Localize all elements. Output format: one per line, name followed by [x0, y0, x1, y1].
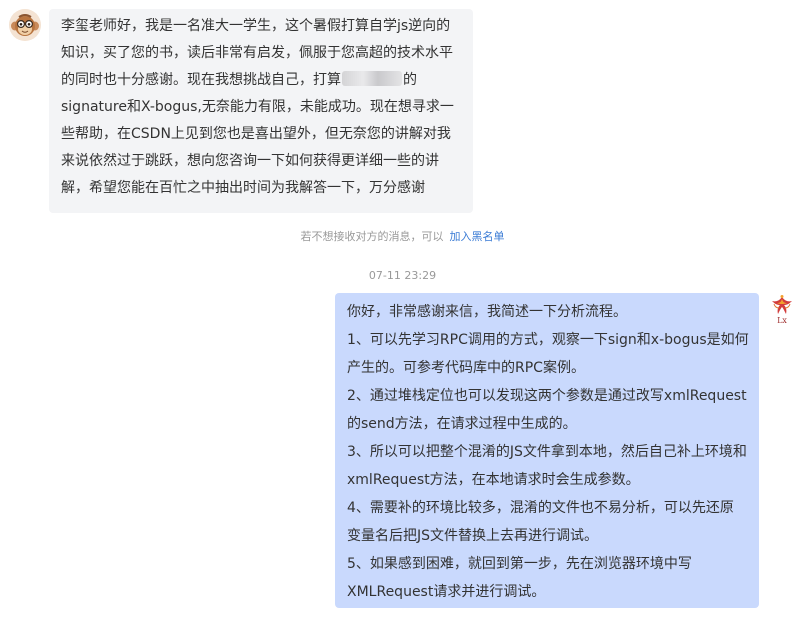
- received-line-with-redaction: 的同时也十分感谢。现在我想挑战自己，打算 的: [61, 67, 461, 94]
- received-line: 来说依然过于跳跃，想向您咨询一下如何获得更详细一些的讲: [61, 153, 439, 169]
- add-to-blacklist-link[interactable]: 加入黑名单: [450, 230, 505, 243]
- sent-message-bubble[interactable]: 你好，非常感谢来信，我简述一下分析流程。 1、可以先学习RPC调用的方式，观察一…: [335, 293, 759, 608]
- sent-line: 1、可以先学习RPC调用的方式，观察一下sign和x-bogus是如何: [347, 332, 749, 348]
- sent-line: 5、如果感到困难，就回到第一步，先在浏览器环境中写: [347, 556, 692, 572]
- received-line-tail: 的: [403, 72, 417, 88]
- received-line: 知识，买了您的书，读后非常有启发，佩服于您高超的技术水平: [61, 45, 453, 61]
- message-timestamp: 07-11 23:29: [368, 269, 437, 282]
- block-notice: 若不想接收对方的消息，可以 加入黑名单: [0, 229, 805, 245]
- sent-line: 4、需要补的环境比较多，混淆的文件也不易分析，可以先还原: [347, 500, 734, 516]
- sent-line: 产生的。可参考代码库中的RPC案例。: [347, 360, 585, 376]
- redacted-text-blur: [342, 71, 402, 86]
- received-line: 李玺老师好，我是一名准大一学生，这个暑假打算自学js逆向的: [61, 18, 451, 34]
- sent-line: 的send方法，在请求过程中生成的。: [347, 416, 577, 432]
- monkey-avatar-icon[interactable]: [9, 9, 41, 41]
- sent-line: xmlRequest方法，在本地请求时会生成参数。: [347, 472, 640, 488]
- sent-line: 你好，非常感谢来信，我简述一下分析流程。: [347, 304, 627, 320]
- phoenix-logo-icon[interactable]: Lx: [765, 293, 799, 327]
- chat-window: 李玺老师好，我是一名准大一学生，这个暑假打算自学js逆向的 知识，买了您的书，读…: [0, 0, 805, 627]
- block-notice-text: 若不想接收对方的消息，可以: [300, 230, 444, 243]
- received-message-bubble[interactable]: 李玺老师好，我是一名准大一学生，这个暑假打算自学js逆向的 知识，买了您的书，读…: [49, 9, 473, 213]
- received-line: 的同时也十分感谢。现在我想挑战自己，打算: [61, 72, 341, 88]
- received-line: 解，希望您能在百忙之中抽出时间为我解答一下，万分感谢: [61, 180, 425, 196]
- sent-line: 变量名后把JS文件替换上去再进行调试。: [347, 528, 599, 544]
- received-line: signature和X-bogus,无奈能力有限，未能成功。现在想寻求一: [61, 99, 454, 115]
- logo-label: Lx: [777, 316, 787, 325]
- sent-line: XMLRequest请求并进行调试。: [347, 584, 546, 600]
- sent-line: 2、通过堆栈定位也可以发现这两个参数是通过改写xmlRequest: [347, 388, 747, 404]
- received-line: 些帮助，在CSDN上见到您也是喜出望外，但无奈您的讲解对我: [61, 126, 451, 142]
- sent-line: 3、所以可以把整个混淆的JS文件拿到本地，然后自己补上环境和: [347, 444, 747, 460]
